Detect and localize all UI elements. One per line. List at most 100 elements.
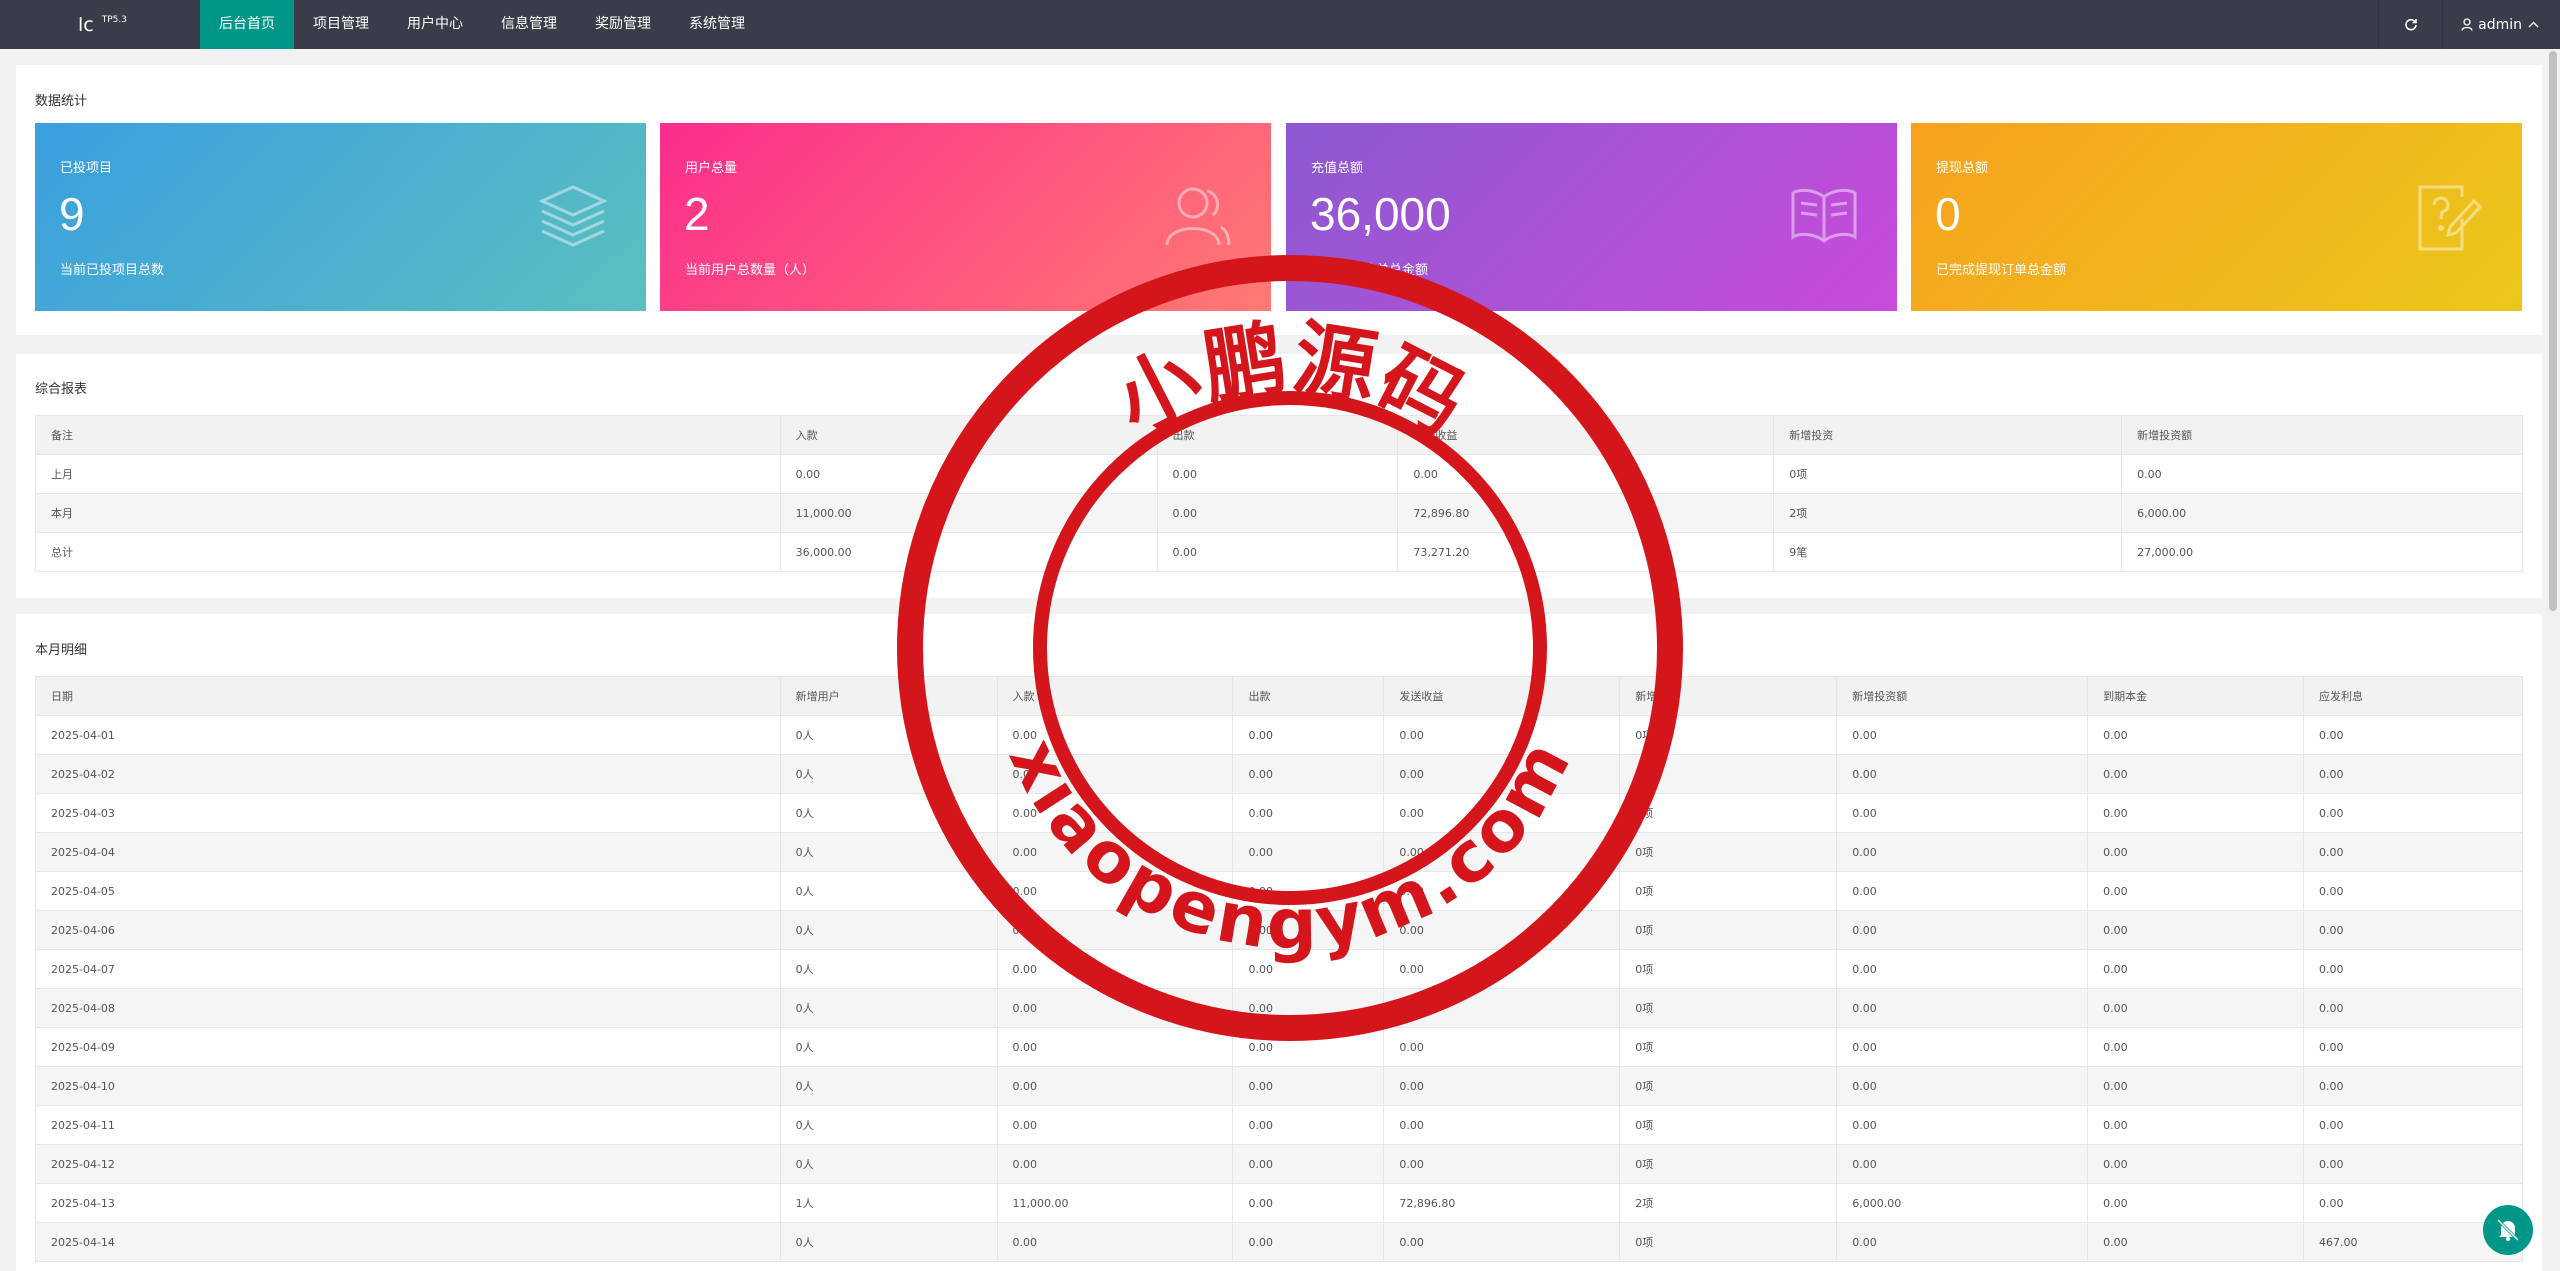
scrollbar[interactable]: [2546, 49, 2560, 1271]
chevron-up-icon: [2528, 21, 2539, 28]
scrollbar-thumb[interactable]: [2549, 51, 2557, 611]
logo[interactable]: lc TP5.3: [78, 14, 127, 36]
table-cell: 0.00: [1383, 1222, 1621, 1262]
table-cell: 0.00: [1156, 454, 1399, 494]
nav-item-1[interactable]: 项目管理: [294, 0, 388, 49]
table-cell: 0.00: [2303, 988, 2523, 1028]
table-cell: 0项: [1619, 754, 1838, 794]
table-cell: 0.00: [1232, 1222, 1385, 1262]
top-navbar: lc TP5.3 后台首页 项目管理 用户中心 信息管理 奖励管理 系统管理 admin: [0, 0, 2560, 49]
column-header: 新增投资: [1619, 676, 1838, 716]
table-cell: 0.00: [2087, 871, 2305, 911]
column-header: 出款: [1232, 676, 1385, 716]
table-cell: 0项: [1619, 949, 1838, 989]
layers-icon: [538, 183, 608, 251]
table-cell: 0项: [1619, 1144, 1838, 1184]
table-cell: 0项: [1619, 1105, 1838, 1145]
table-cell: 72,896.80: [1397, 493, 1775, 533]
table-cell: 0人: [779, 832, 998, 872]
table-cell: 27,000.00: [2121, 532, 2523, 572]
table-cell: 0.00: [2087, 1222, 2305, 1262]
table-cell: 2025-04-11: [35, 1105, 781, 1145]
table-cell: 0.00: [1232, 949, 1385, 989]
table-cell: 0项: [1773, 454, 2123, 494]
table-cell: 2025-04-04: [35, 832, 781, 872]
table-cell: 0.00: [2121, 454, 2523, 494]
table-cell: 11,000.00: [779, 493, 1158, 533]
table-cell: 0.00: [1383, 871, 1621, 911]
column-header: 新增用户: [779, 676, 998, 716]
table-cell: 0人: [779, 793, 998, 833]
table-cell: 0项: [1619, 988, 1838, 1028]
table-cell: 0.00: [2303, 910, 2523, 950]
table-cell: 2025-04-10: [35, 1066, 781, 1106]
table-cell: 0.00: [2303, 871, 2523, 911]
table-row: 上月 0.00 0.00 0.00 0项 0.00: [35, 454, 2523, 494]
refresh-icon: [2404, 18, 2417, 30]
table-cell: 0.00: [1383, 1105, 1621, 1145]
table-cell: 0.00: [1156, 493, 1399, 533]
table-cell: 36,000.00: [779, 532, 1158, 572]
table-cell: 0.00: [1232, 910, 1385, 950]
bell-off-icon: [2496, 1218, 2520, 1242]
stat-desc: 当前用户总数量（人）: [685, 263, 816, 278]
column-header: 备注: [35, 415, 781, 455]
table-row: 2025-04-01 0人 0.00 0.00 0.00 0项 0.00 0.00 0.00: [35, 715, 2523, 755]
table-cell: 0.00: [1836, 1066, 2089, 1106]
user-menu[interactable]: admin: [2442, 0, 2560, 49]
table-cell: 6,000.00: [2121, 493, 2523, 533]
table-cell: 0.00: [996, 754, 1234, 794]
table-row: 2025-04-12 0人 0.00 0.00 0.00 0项 0.00 0.00 0.00: [35, 1144, 2523, 1184]
table-cell: 0.00: [1383, 988, 1621, 1028]
stat-tile-3: 提现总额 0 已完成提现订单总金额: [1911, 123, 2522, 311]
table-cell: 0人: [779, 1066, 998, 1106]
table-cell: 2025-04-12: [35, 1144, 781, 1184]
table-cell: 0.00: [2303, 754, 2523, 794]
stat-value: 9: [59, 188, 85, 240]
table-cell: 0.00: [996, 1066, 1234, 1106]
column-header: 新增投资额: [2121, 415, 2523, 455]
table-cell: 0.00: [1232, 754, 1385, 794]
table-cell: 0.00: [1232, 832, 1385, 872]
table-cell: 0.00: [996, 988, 1234, 1028]
table-cell: 0.00: [1232, 1183, 1385, 1223]
column-header: 发送收益: [1397, 415, 1775, 455]
table-cell: 0项: [1619, 1027, 1838, 1067]
table-cell: 0人: [779, 1222, 998, 1262]
table-cell: 上月: [35, 454, 781, 494]
table-cell: 0.00: [2303, 793, 2523, 833]
column-header: 发送收益: [1383, 676, 1621, 716]
table-cell: 0.00: [1836, 832, 2089, 872]
nav-item-2[interactable]: 用户中心: [388, 0, 482, 49]
table-cell: 0.00: [2303, 715, 2523, 755]
table-cell: 0.00: [2087, 910, 2305, 950]
nav-item-0[interactable]: 后台首页: [200, 0, 294, 49]
table-row: 2025-04-03 0人 0.00 0.00 0.00 0项 0.00 0.00 0.00: [35, 793, 2523, 833]
table-row: 2025-04-10 0人 0.00 0.00 0.00 0项 0.00 0.00 0.00: [35, 1066, 2523, 1106]
stat-desc: 已完成充值单总金额: [1311, 263, 1429, 278]
nav-item-4[interactable]: 奖励管理: [576, 0, 670, 49]
nav-item-3[interactable]: 信息管理: [482, 0, 576, 49]
edit-help-icon: [2414, 183, 2484, 257]
table-row: 2025-04-08 0人 0.00 0.00 0.00 0项 0.00 0.00 0.00: [35, 988, 2523, 1028]
nav-item-5[interactable]: 系统管理: [670, 0, 764, 49]
table-cell: 0.00: [1232, 793, 1385, 833]
table-cell: 9笔: [1773, 532, 2123, 572]
users-icon: [1163, 183, 1233, 251]
table-cell: 0.00: [2087, 949, 2305, 989]
floating-action-button[interactable]: [2483, 1205, 2533, 1255]
table-cell: 2025-04-02: [35, 754, 781, 794]
table-cell: 2025-04-03: [35, 793, 781, 833]
table-cell: 0.00: [1383, 1066, 1621, 1106]
table-cell: 0人: [779, 988, 998, 1028]
table-cell: 0.00: [996, 1144, 1234, 1184]
stat-label: 用户总量: [685, 161, 738, 176]
table-cell: 0.00: [2303, 949, 2523, 989]
table-cell: 0项: [1619, 871, 1838, 911]
table-cell: 0.00: [2087, 1027, 2305, 1067]
refresh-button[interactable]: [2378, 0, 2442, 49]
table-cell: 0.00: [1383, 754, 1621, 794]
table-cell: 0.00: [996, 715, 1234, 755]
stat-label: 已投项目: [60, 161, 113, 176]
table-cell: 0.00: [1232, 1066, 1385, 1106]
